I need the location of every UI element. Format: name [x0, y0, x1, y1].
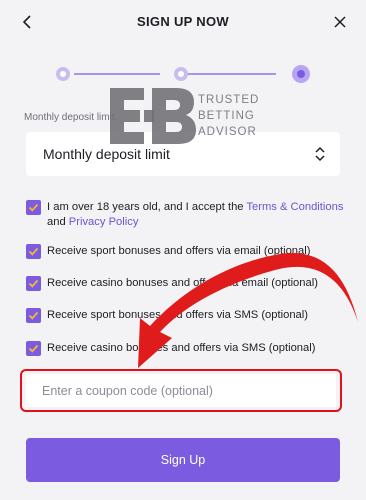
privacy-policy-link[interactable]: Privacy Policy [69, 216, 139, 228]
watermark-line-2: BETTING [198, 110, 255, 122]
page-title: SIGN UP NOW [137, 14, 229, 29]
sign-up-button[interactable]: Sign Up [26, 438, 340, 482]
step-connector [74, 73, 160, 75]
close-button[interactable] [330, 12, 350, 32]
terms-and-conditions-link[interactable]: Terms & Conditions [246, 201, 343, 213]
consent-casino-sms-row: Receive casino bonuses and offers via SM… [26, 341, 346, 357]
checkmark-icon [28, 279, 39, 288]
terms-checkbox[interactable] [26, 200, 41, 215]
modal-header: SIGN UP NOW [0, 0, 366, 46]
sport-sms-text: Receive sport bonuses and offers via SMS… [47, 309, 308, 321]
deposit-field-label: Monthly deposit limit [24, 112, 115, 123]
checkmark-icon [28, 203, 39, 212]
casino-email-checkbox[interactable] [26, 276, 41, 291]
sport-sms-checkbox[interactable] [26, 308, 41, 323]
casino-sms-text: Receive casino bonuses and offers via SM… [47, 342, 316, 354]
sport-email-checkbox[interactable] [26, 244, 41, 259]
terms-consent-text: I am over 18 years old, and I accept the… [47, 200, 352, 230]
step-2-dot [174, 67, 188, 81]
consent-sport-email-row: Receive sport bonuses and offers via ema… [26, 244, 346, 260]
tba-logo-icon [110, 88, 196, 144]
progress-stepper [52, 62, 314, 86]
deposit-limit-value: Monthly deposit limit [43, 146, 170, 162]
checkmark-icon [28, 247, 39, 256]
terms-text-middle: and [47, 216, 69, 228]
watermark-line-3: ADVISOR [198, 126, 257, 138]
consent-casino-email-row: Receive casino bonuses and offers via em… [26, 276, 346, 292]
checkmark-icon [28, 344, 39, 353]
step-3-dot-active [292, 65, 310, 83]
checkmark-icon [28, 311, 39, 320]
coupon-highlight-outline [20, 369, 342, 412]
casino-sms-checkbox[interactable] [26, 341, 41, 356]
consent-terms-row: I am over 18 years old, and I accept the… [26, 200, 346, 232]
trusted-betting-advisor-watermark: TRUSTED BETTING ADVISOR [110, 88, 270, 144]
casino-email-text: Receive casino bonuses and offers via em… [47, 277, 318, 289]
sport-email-text: Receive sport bonuses and offers via ema… [47, 245, 311, 257]
step-connector [188, 73, 276, 75]
consent-sport-sms-row: Receive sport bonuses and offers via SMS… [26, 308, 346, 324]
close-icon [334, 16, 346, 28]
terms-text-prefix: I am over 18 years old, and I accept the [47, 201, 247, 213]
watermark-line-1: TRUSTED [198, 94, 260, 106]
chevron-up-down-icon [315, 146, 325, 162]
step-1-dot [56, 67, 70, 81]
